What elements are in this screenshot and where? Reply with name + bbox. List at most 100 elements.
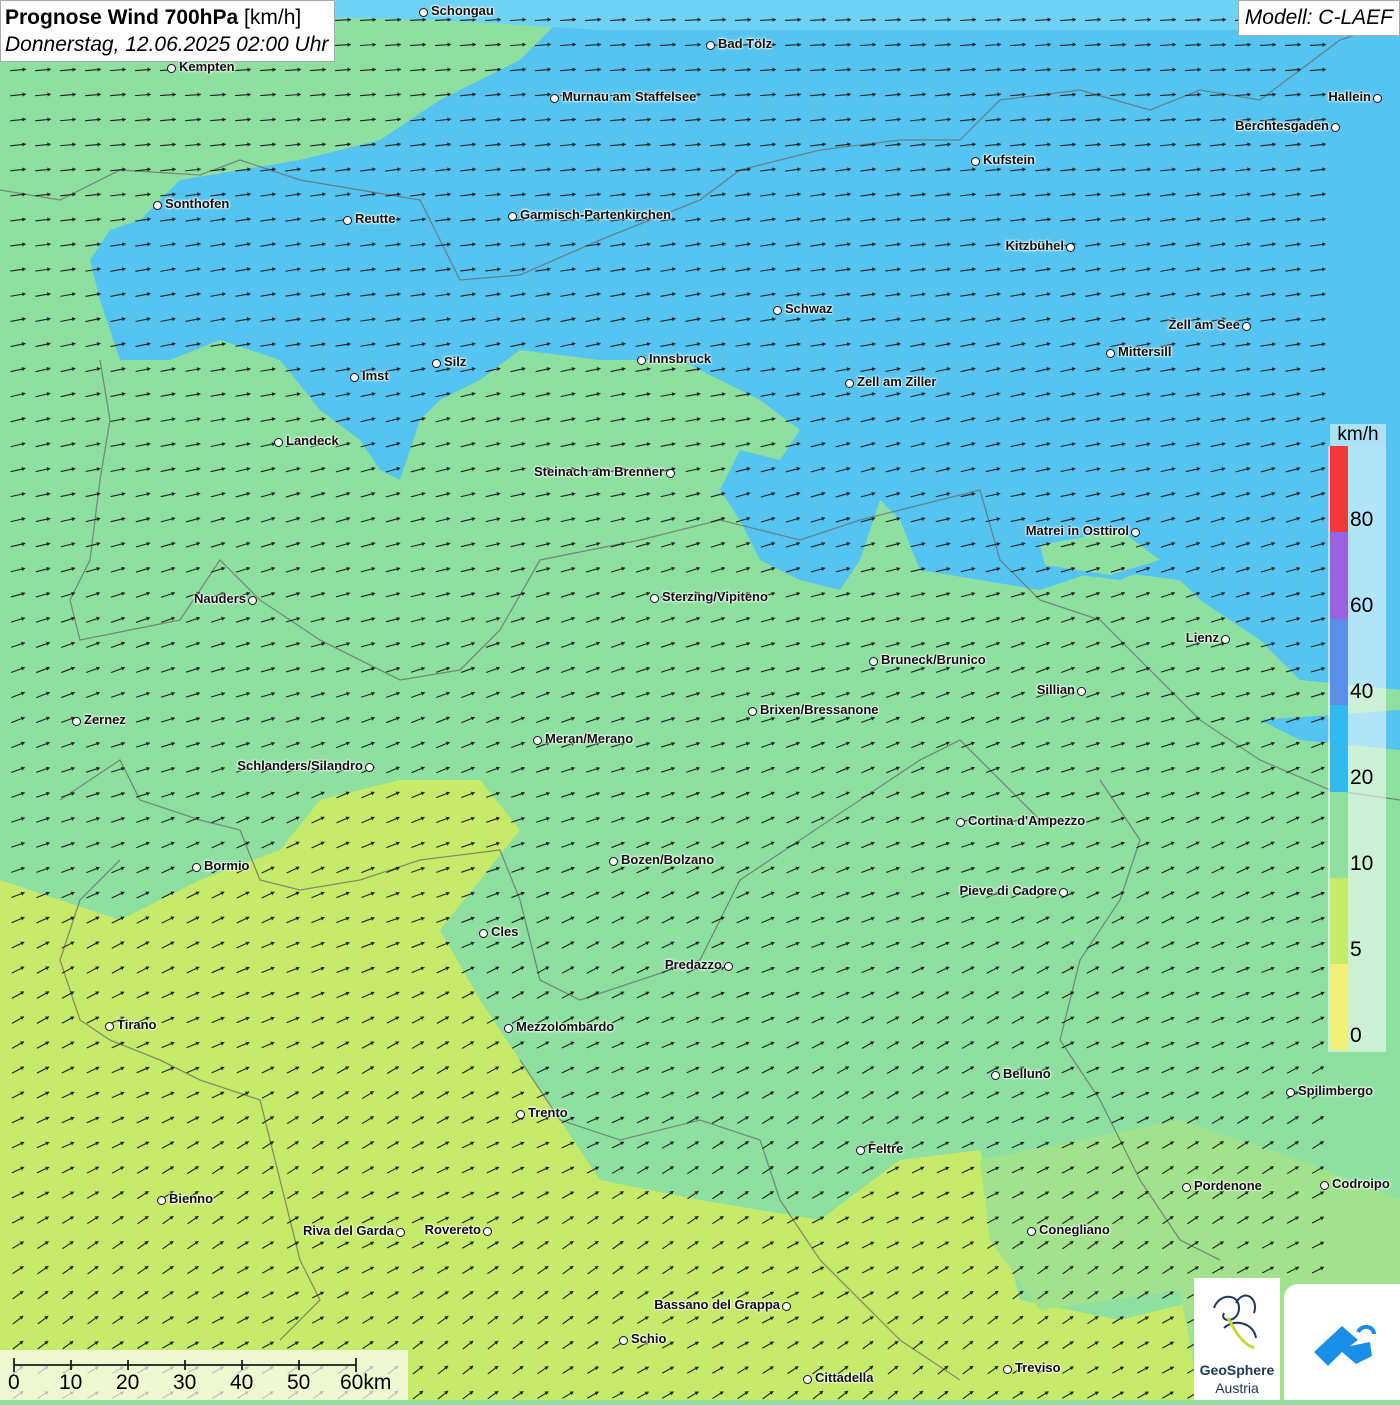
app-logo[interactable] bbox=[1284, 1284, 1400, 1400]
city-marker bbox=[1331, 123, 1340, 132]
city-label: Conegliano bbox=[1039, 1222, 1110, 1237]
city-label: Tirano bbox=[117, 1017, 157, 1032]
city-label: Predazzo bbox=[665, 957, 722, 972]
city-label: Kufstein bbox=[983, 152, 1035, 167]
city-label: Schlanders/Silandro bbox=[237, 758, 363, 773]
city-marker bbox=[1066, 243, 1075, 252]
city-marker bbox=[1182, 1183, 1191, 1192]
city-marker bbox=[748, 707, 757, 716]
city-label: Hallein bbox=[1328, 89, 1371, 104]
city-marker bbox=[1320, 1181, 1329, 1190]
city-marker bbox=[479, 929, 488, 938]
forecast-date: Donnerstag, 12.06.2025 02:00 Uhr bbox=[5, 31, 328, 58]
legend-swatch-5 bbox=[1330, 878, 1348, 964]
city-marker bbox=[856, 1146, 865, 1155]
legend-swatch-0 bbox=[1330, 964, 1348, 1050]
legend-label-80: 80 bbox=[1350, 508, 1373, 532]
city-label: Garmisch-Partenkirchen bbox=[520, 207, 671, 222]
city-marker bbox=[432, 359, 441, 368]
app-cloud-icon bbox=[1284, 1284, 1400, 1400]
city-label: Murnau am Staffelsee bbox=[562, 89, 696, 104]
city-marker bbox=[508, 212, 517, 221]
city-label: Meran/Merano bbox=[545, 731, 633, 746]
city-marker bbox=[609, 857, 618, 866]
map-title-unit: [km/h] bbox=[238, 6, 301, 29]
city-marker bbox=[365, 763, 374, 772]
legend-label-10: 10 bbox=[1350, 852, 1373, 876]
scale-label-30: 30 bbox=[173, 1371, 196, 1395]
geosphere-swirl-icon bbox=[1194, 1278, 1280, 1362]
city-label: Trento bbox=[528, 1105, 568, 1120]
city-label: Zell am Ziller bbox=[857, 374, 936, 389]
geosphere-logo[interactable]: GeoSphere Austria bbox=[1194, 1278, 1280, 1400]
map-title-box: Prognose Wind 700hPa [km/h] Donnerstag, … bbox=[0, 0, 335, 62]
city-label: Zernez bbox=[84, 712, 126, 727]
city-label: Kempten bbox=[179, 59, 235, 74]
city-label: Codroipo bbox=[1332, 1176, 1390, 1191]
city-label: Innsbruck bbox=[649, 351, 711, 366]
city-label: Nauders bbox=[194, 591, 246, 606]
city-marker bbox=[483, 1227, 492, 1236]
city-label: Bad Tölz bbox=[718, 36, 772, 51]
city-marker bbox=[153, 201, 162, 210]
city-label: Cortina d'Ampezzo bbox=[968, 813, 1085, 828]
city-label: Silz bbox=[444, 354, 466, 369]
city-marker bbox=[504, 1024, 513, 1033]
city-label: Imst bbox=[362, 368, 389, 383]
city-marker bbox=[869, 657, 878, 666]
city-marker bbox=[248, 596, 257, 605]
city-label: Sterzing/Vipiteno bbox=[662, 589, 768, 604]
city-label: Schwaz bbox=[785, 301, 833, 316]
legend-swatch-10 bbox=[1330, 792, 1348, 878]
city-label: Pordenone bbox=[1194, 1178, 1262, 1193]
city-label: Bruneck/Brunico bbox=[881, 652, 986, 667]
city-marker bbox=[350, 373, 359, 382]
city-label: Feltre bbox=[868, 1141, 903, 1156]
city-label: Lienz bbox=[1186, 630, 1219, 645]
legend-swatch-80 bbox=[1330, 446, 1348, 532]
city-label: Reutte bbox=[355, 211, 395, 226]
city-label: Brixen/Bressanone bbox=[760, 702, 879, 717]
city-marker bbox=[1077, 687, 1086, 696]
city-label: Cles bbox=[491, 924, 518, 939]
city-label: Sillian bbox=[1037, 682, 1075, 697]
scale-label-10: 10 bbox=[59, 1371, 82, 1395]
city-label: Zell am See bbox=[1168, 317, 1240, 332]
legend-label-0: 0 bbox=[1350, 1024, 1362, 1048]
city-marker bbox=[167, 64, 176, 73]
city-marker bbox=[157, 1196, 166, 1205]
city-label: Bienno bbox=[169, 1191, 213, 1206]
scale-label-0: 0 bbox=[8, 1371, 20, 1395]
city-marker bbox=[956, 818, 965, 827]
city-label: Matrei in Osttirol bbox=[1026, 523, 1129, 538]
city-label: Bassano del Grappa bbox=[654, 1297, 780, 1312]
city-marker bbox=[1027, 1227, 1036, 1236]
city-label: Spilimbergo bbox=[1298, 1083, 1373, 1098]
city-marker bbox=[343, 216, 352, 225]
city-label: Mittersill bbox=[1118, 344, 1171, 359]
model-label: Modell: C-LAEF bbox=[1238, 0, 1400, 36]
city-marker bbox=[971, 157, 980, 166]
city-marker bbox=[1131, 528, 1140, 537]
city-label: Schio bbox=[631, 1331, 666, 1346]
legend-swatch-40 bbox=[1330, 619, 1348, 705]
city-marker bbox=[550, 94, 559, 103]
city-marker bbox=[637, 356, 646, 365]
scale-label-20: 20 bbox=[116, 1371, 139, 1395]
scale-label-50: 50 bbox=[287, 1371, 310, 1395]
legend-unit: km/h bbox=[1330, 424, 1386, 446]
city-label: Pieve di Cadore bbox=[959, 883, 1057, 898]
logo-text-line2: Austria bbox=[1194, 1380, 1280, 1396]
city-marker bbox=[72, 717, 81, 726]
legend-swatch-20 bbox=[1330, 705, 1348, 792]
city-label: Steinach am Brenner bbox=[534, 464, 664, 479]
city-label: Bormio bbox=[204, 858, 250, 873]
city-marker bbox=[706, 41, 715, 50]
city-marker bbox=[991, 1071, 1000, 1080]
city-marker bbox=[666, 469, 675, 478]
legend-label-60: 60 bbox=[1350, 594, 1373, 618]
city-marker bbox=[782, 1302, 791, 1311]
city-marker bbox=[1003, 1365, 1012, 1374]
city-marker bbox=[1221, 635, 1230, 644]
legend-swatch-60 bbox=[1330, 532, 1348, 619]
